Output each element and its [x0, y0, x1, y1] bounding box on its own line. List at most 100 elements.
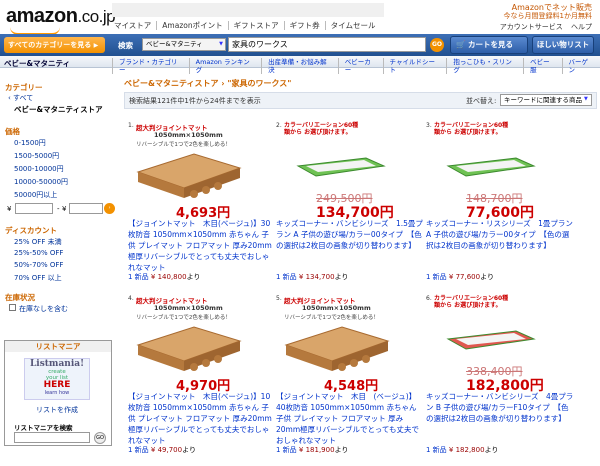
subnav-ranking[interactable]: Amazon ランキング: [188, 58, 261, 74]
all-categories-label: すべてのカテゴリーを見る: [8, 41, 92, 49]
product-new-count[interactable]: 1 新品: [426, 446, 447, 454]
logo-tld: .co.jp: [77, 7, 116, 26]
product-new-suffix: より: [186, 273, 201, 281]
wishlist-button[interactable]: ほしい物リスト: [532, 36, 594, 54]
cart-label: カートを見る: [467, 40, 513, 49]
cart-icon: 🛒: [456, 40, 466, 49]
product-new-suffix: より: [334, 273, 349, 281]
product-offers: 1 新品 ¥ 140,800より: [128, 272, 200, 282]
product-size: 1050mm×1050mm: [154, 304, 223, 312]
product-new-count[interactable]: 1 新品: [128, 446, 149, 454]
listmania-here: HERE: [43, 380, 71, 390]
product-offers: 1 新品 ¥ 181,900より: [276, 445, 348, 455]
yen-sign: ¥: [7, 205, 12, 213]
logo-text: amazon: [6, 5, 78, 27]
product-new-count[interactable]: 1 新品: [276, 446, 297, 454]
price-range-4[interactable]: 10000-50000円: [14, 177, 68, 187]
listmania-logo[interactable]: Listmania! create your list HERE learn h…: [24, 358, 90, 400]
listmania-logo-text: Listmania!: [29, 359, 85, 369]
product-new-price: ¥ 181,900: [298, 446, 335, 454]
product-size: 1050mm×1050mm: [154, 131, 223, 139]
subnav-bargain[interactable]: バーゲン: [561, 58, 600, 74]
stock-checkbox[interactable]: [9, 304, 16, 311]
subnav-sling[interactable]: 抱っこひも・スリング: [446, 58, 523, 74]
nav-time-sale[interactable]: タイムセール: [324, 21, 381, 30]
product-new-price: ¥ 140,800: [150, 273, 187, 281]
price-range-5[interactable]: 50000円以上: [14, 190, 57, 200]
price-dash: -: [57, 205, 60, 213]
product-title-link[interactable]: 【ジョイントマット 木目 (ベージュ)】40枚防音 1050mm×1050mm …: [276, 391, 424, 446]
nav-gift-store[interactable]: ギフトストア: [227, 21, 284, 30]
product-new-suffix: より: [484, 446, 499, 454]
subnav-brand[interactable]: ブランド・カテゴリー: [112, 58, 189, 74]
product-number: 2.: [276, 122, 282, 129]
price-range-1[interactable]: 0-1500円: [14, 138, 46, 148]
product-image[interactable]: [446, 329, 536, 351]
price-max-input[interactable]: [69, 203, 103, 214]
account-service-link[interactable]: アカウントサービス: [500, 23, 563, 31]
search-go-button[interactable]: GO: [430, 38, 444, 52]
sub-nav: ブランド・カテゴリー Amazon ランキング 出産準備・お悩み解決 ベビーカー…: [112, 58, 600, 74]
product-sub: リバーシブルで1つで2色を楽しめる！: [284, 315, 379, 321]
product-offers: 1 新品 ¥ 134,700より: [276, 272, 348, 282]
product-new-suffix: より: [334, 446, 349, 454]
product-new-count[interactable]: 1 新品: [128, 273, 149, 281]
product-image[interactable]: [134, 150, 244, 202]
price-min-input[interactable]: [15, 203, 53, 214]
subnav-baby-clothes[interactable]: ベビー服: [523, 58, 561, 74]
nav-points[interactable]: Amazonポイント: [156, 21, 227, 30]
discount-3[interactable]: 50%-70% OFF: [14, 261, 63, 269]
product-new-count[interactable]: 1 新品: [426, 273, 447, 281]
product-image[interactable]: [134, 323, 244, 375]
listmania-heading: リストマニア: [5, 341, 111, 352]
product-new-count[interactable]: 1 新品: [276, 273, 297, 281]
product-image[interactable]: [282, 323, 392, 375]
product-number: 6.: [426, 295, 432, 302]
promo-line1: Amazonでネット販売: [511, 3, 592, 12]
price-range-2[interactable]: 1500-5000円: [14, 151, 59, 161]
listmania-search-input[interactable]: [14, 432, 90, 443]
product-title-link[interactable]: キッズコーナー・バンビシリーズ 1.5畳プラン A 子供の遊び場/カラー00タイ…: [276, 218, 424, 251]
product-banner: カラーバリエーション60種類から お選び頂けます。: [434, 122, 509, 136]
subnav-stroller[interactable]: ベビーカー: [337, 58, 383, 74]
nav-gift-card[interactable]: ギフト券: [283, 21, 325, 30]
cart-button[interactable]: 🛒 カートを見る: [450, 36, 528, 54]
discount-2[interactable]: 25%-50% OFF: [14, 249, 63, 257]
category-all-link[interactable]: ‹ すべて: [8, 93, 33, 103]
create-list-link[interactable]: リストを作成: [36, 405, 78, 415]
discount-1[interactable]: 25% OFF 未満: [14, 237, 62, 247]
product-image[interactable]: [296, 156, 386, 178]
search-category-select[interactable]: ベビー&マタニティ: [142, 38, 226, 51]
discount-4[interactable]: 70% OFF 以上: [14, 273, 62, 283]
stock-option-label[interactable]: 在庫なしを含む: [19, 304, 68, 314]
discount-heading: ディスカウント: [5, 226, 57, 235]
nav-my-store[interactable]: マイストア: [112, 21, 156, 30]
account-links: アカウントサービス ヘルプ: [494, 22, 592, 32]
amazon-logo[interactable]: amazon.co.jp: [6, 5, 116, 28]
breadcrumb: ベビー&マタニティストア › "家具のワークス": [124, 79, 292, 88]
seller-promo[interactable]: Amazonでネット販売 今なら月間登録料1か月無料: [504, 3, 592, 21]
sort-label: 並べ替え:: [466, 97, 497, 105]
product-banner: カラーバリエーション60種類から お選び頂けます。: [434, 295, 509, 309]
product-title-link[interactable]: キッズコーナー・バンビシリーズ 4畳プラン B 子供の遊び場/カラーF10タイプ…: [426, 391, 574, 424]
price-go-button[interactable]: ›: [104, 203, 115, 214]
promo-line2: 今なら月間登録料1か月無料: [503, 12, 592, 20]
results-count: 検索結果121件中1件から24件までを表示: [129, 97, 261, 105]
product-image[interactable]: [446, 156, 536, 178]
category-current: ベビー&マタニティストア: [14, 105, 103, 114]
price-heading: 価格: [5, 127, 20, 136]
store-name[interactable]: ベビー&マタニティ: [4, 58, 70, 69]
price-range-3[interactable]: 5000-10000円: [14, 164, 64, 174]
product-offers: 1 新品 ¥ 49,700より: [128, 445, 196, 455]
search-input[interactable]: 家具のワークス: [228, 37, 426, 52]
top-nav: マイストア Amazonポイント ギフトストア ギフト券 タイムセール: [112, 21, 380, 30]
product-title-link[interactable]: キッズコーナー・リスシリーズ 1畳プランA 子供の遊び場/カラー00タイプ 【色…: [426, 218, 574, 251]
subnav-birth-prep[interactable]: 出産準備・お悩み解決: [261, 58, 338, 74]
subnav-child-seat[interactable]: チャイルドシート: [382, 58, 447, 74]
sort-select[interactable]: キーワードに関連する商品: [500, 94, 592, 106]
all-categories-button[interactable]: すべてのカテゴリーを見る ▶: [4, 37, 105, 53]
product-title-link[interactable]: 【ジョイントマット 木目(ベージュ)】30枚防音 1050mm×1050mm 赤…: [128, 218, 276, 273]
product-title-link[interactable]: 【ジョイントマット 木目(ベージュ)】10枚防音 1050mm×1050mm 赤…: [128, 391, 276, 446]
listmania-go-button[interactable]: GO: [94, 432, 106, 444]
help-link[interactable]: ヘルプ: [571, 23, 592, 31]
